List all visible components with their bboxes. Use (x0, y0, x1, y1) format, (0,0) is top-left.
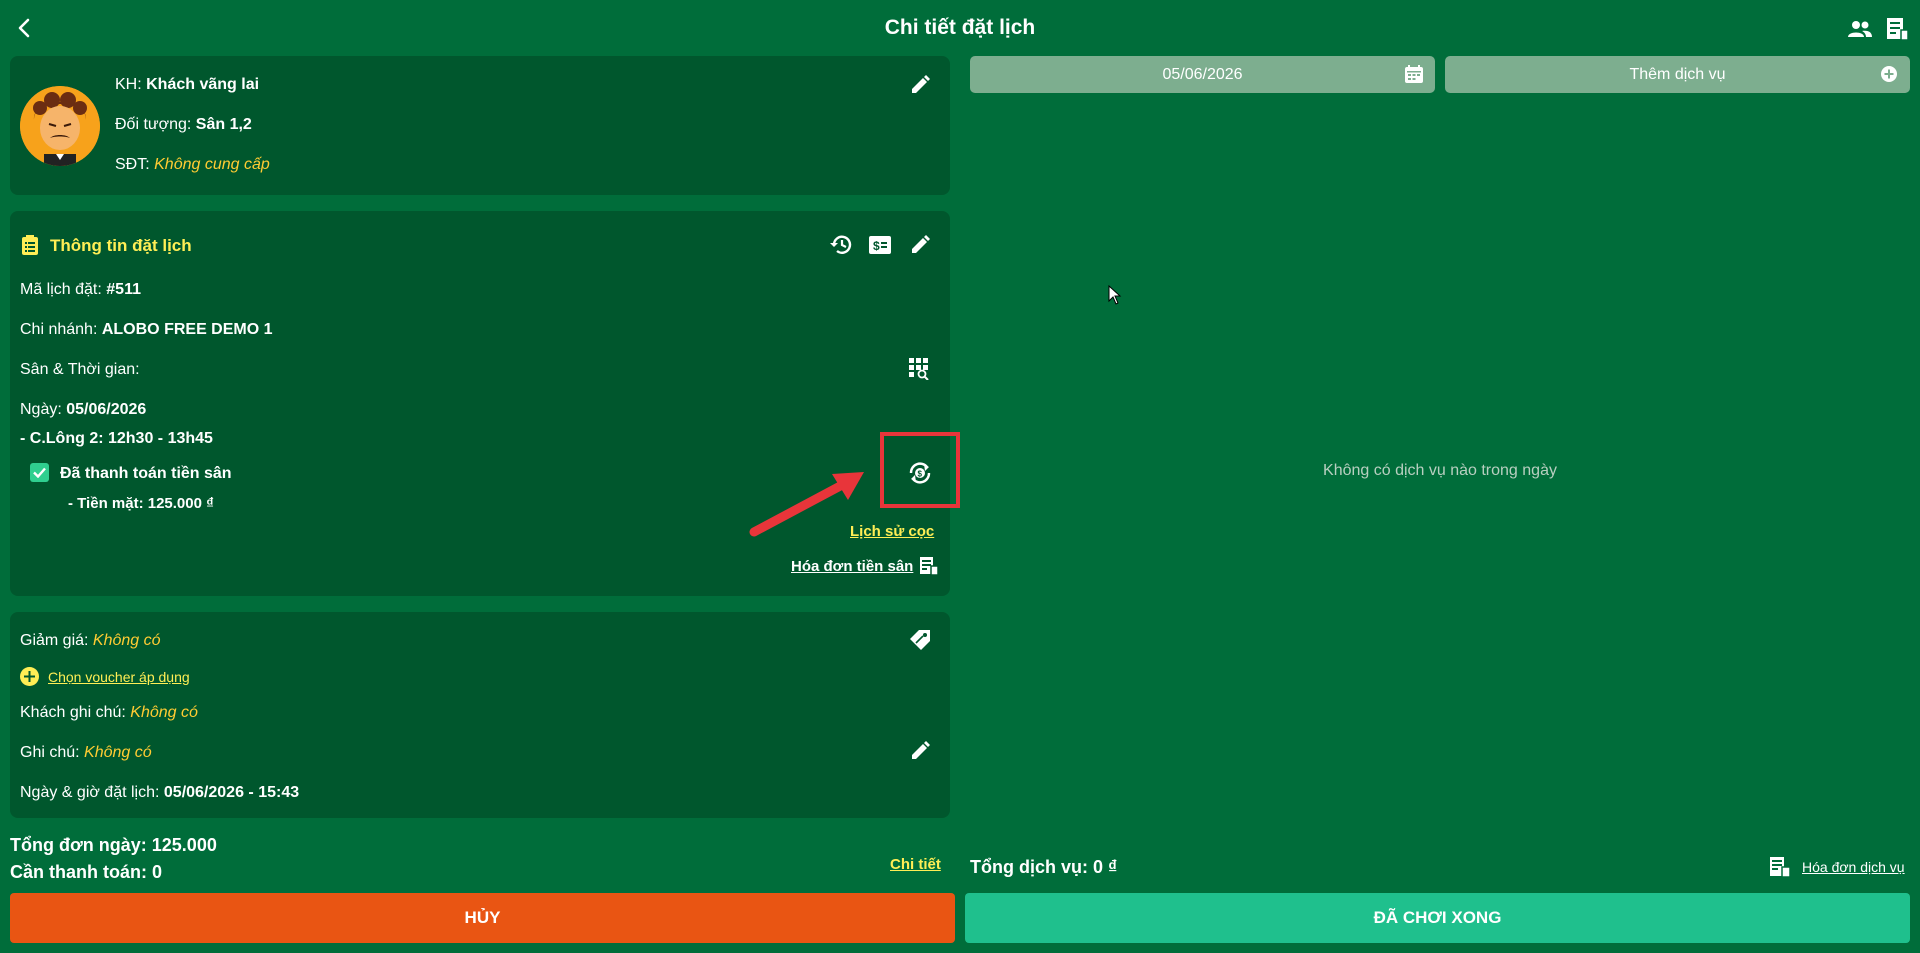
mouse-cursor-icon (1108, 284, 1122, 310)
discount-label: Giảm giá: (20, 632, 93, 649)
customer-name-label: KH: (115, 76, 147, 93)
court-slot: - C.Lông 2: 12h30 - 13h45 (20, 430, 213, 447)
customer-avatar (20, 86, 100, 166)
money-bill-icon[interactable]: $ (865, 230, 895, 260)
court-invoice-icon[interactable] (919, 556, 939, 581)
discount-row: Giảm giá: Không có (20, 632, 161, 650)
customer-name-row: KH: Khách vãng lai (115, 76, 259, 94)
branch-row: Chi nhánh: ALOBO FREE DEMO 1 (20, 321, 273, 339)
service-invoice-icon[interactable] (1769, 856, 1791, 883)
choose-voucher-link[interactable]: Chọn voucher áp dụng (48, 669, 190, 685)
customer-phone-label: SĐT: (115, 156, 155, 173)
note-value: Không có (84, 744, 152, 761)
plus-circle-icon (1880, 65, 1898, 88)
booked-at-row: Ngày & giờ đặt lịch: 05/06/2026 - 15:43 (20, 784, 299, 802)
annotation-arrow-icon (749, 472, 864, 537)
customer-target-row: Đối tượng: Sân 1,2 (115, 116, 252, 134)
clipboard-list-icon (22, 235, 38, 260)
paid-label: Đã thanh toán tiền sân (60, 465, 232, 482)
edit-note-pencil-icon[interactable] (905, 736, 935, 766)
add-service-button[interactable]: Thêm dịch vụ (1445, 56, 1910, 93)
people-icon[interactable] (1845, 14, 1875, 44)
branch-label: Chi nhánh: (20, 321, 102, 338)
no-services-message: Không có dịch vụ nào trong ngày (1323, 462, 1557, 479)
booking-date-row: Ngày: 05/06/2026 (20, 401, 146, 419)
customer-phone-row: SĐT: Không cung cấp (115, 156, 270, 174)
customer-note-row: Khách ghi chú: Không có (20, 704, 198, 722)
day-total: Tổng đơn ngày: 125.000 (10, 835, 217, 855)
booking-section-title: Thông tin đặt lịch (50, 236, 192, 255)
service-invoice-link[interactable]: Hóa đơn dịch vụ (1802, 859, 1905, 875)
customer-note-value: Không có (130, 704, 198, 721)
paid-checkbox[interactable] (30, 463, 49, 482)
calendar-icon (1405, 65, 1423, 88)
booking-code-label: Mã lịch đặt: (20, 281, 107, 298)
add-voucher-icon[interactable] (20, 667, 39, 686)
extras-card: Giảm giá: Không có Chọn voucher áp dụng … (10, 612, 950, 818)
booked-at-label: Ngày & giờ đặt lịch: (20, 784, 164, 801)
amount-to-pay: Cần thanh toán: 0 (10, 862, 162, 882)
customer-phone: Không cung cấp (154, 156, 270, 173)
booking-date: 05/06/2026 (66, 401, 147, 418)
services-total: Tổng dịch vụ: 0 ₫ (970, 857, 1118, 877)
customer-name: Khách vãng lai (146, 76, 260, 93)
booked-at-value: 05/06/2026 - 15:43 (163, 784, 300, 801)
court-grid-icon[interactable] (905, 354, 935, 384)
cancel-button[interactable]: HỦY (10, 893, 955, 943)
customer-target: Sân 1,2 (195, 116, 252, 133)
edit-booking-pencil-icon[interactable] (905, 230, 935, 260)
booking-date-label: Ngày: (20, 401, 67, 418)
court-time-label: Sân & Thời gian: (20, 361, 140, 378)
court-invoice-link[interactable]: Hóa đơn tiền sân (791, 558, 913, 575)
add-service-label: Thêm dịch vụ (1629, 65, 1726, 83)
branch-name: ALOBO FREE DEMO 1 (101, 321, 273, 338)
finished-playing-button[interactable]: ĐÃ CHƠI XONG (965, 893, 1910, 943)
note-label: Ghi chú: (20, 744, 85, 761)
service-date-picker[interactable]: 05/06/2026 (970, 56, 1435, 93)
discount-value: Không có (92, 632, 161, 649)
app-header: Chi tiết đặt lịch (0, 0, 1920, 56)
booking-code: #511 (106, 281, 141, 298)
booking-code-row: Mã lịch đặt: #511 (20, 281, 141, 299)
note-row: Ghi chú: Không có (20, 744, 152, 762)
cash-payment-line: - Tiền mặt: 125.000 ₫ (68, 495, 214, 512)
customer-note-label: Khách ghi chú: (20, 704, 131, 721)
history-icon[interactable] (826, 230, 856, 260)
customer-target-label: Đối tượng: (115, 116, 196, 133)
receipt-icon[interactable] (1882, 14, 1912, 44)
svg-text:$: $ (873, 239, 880, 253)
page-title: Chi tiết đặt lịch (884, 16, 1036, 39)
edit-customer-pencil-icon[interactable] (905, 70, 935, 100)
highlight-box (880, 432, 960, 508)
service-date: 05/06/2026 (1162, 65, 1243, 83)
customer-card: KH: Khách vãng lai Đối tượng: Sân 1,2 SĐ… (10, 56, 950, 195)
detail-link[interactable]: Chi tiết (890, 856, 941, 873)
discount-tag-icon[interactable] (905, 625, 935, 655)
